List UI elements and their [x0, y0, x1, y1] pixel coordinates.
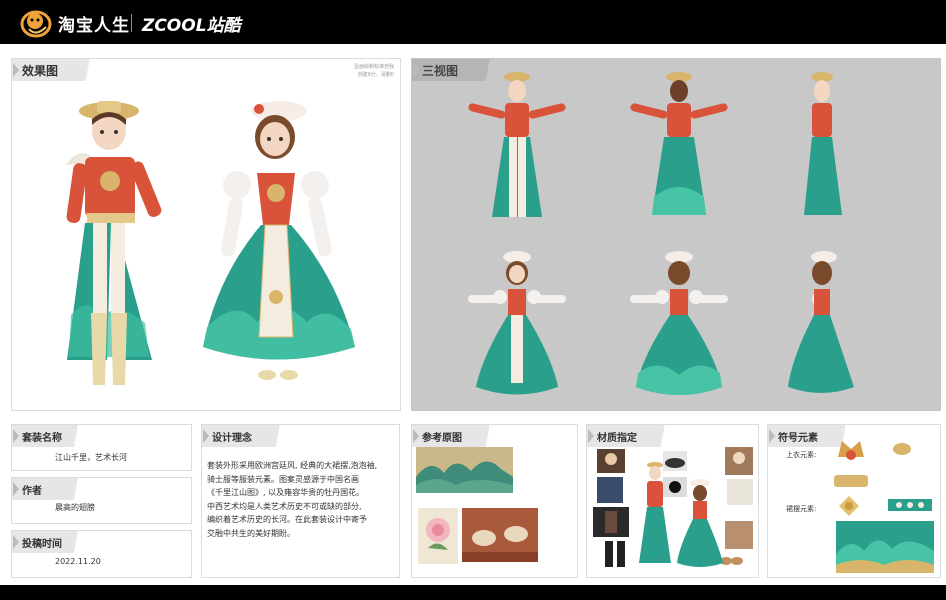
skirt-trim-band — [888, 499, 932, 511]
design-concept-title: 设计理念 — [202, 425, 252, 447]
top-bar: 淘宝人生 ZCOOL站酷 — [0, 0, 946, 44]
three-view-panel: 三视图 — [411, 58, 941, 411]
suit-name-label: 套装名称 — [12, 425, 62, 447]
author-value: 晨高的翅膀 — [55, 503, 95, 512]
suit-name-box: 套装名称 江山千里，艺术长河 — [11, 424, 192, 471]
material-female-figure — [675, 477, 725, 569]
male-character-illustration — [57, 95, 187, 395]
concept-line-2: 骑士服等服装元素。图案灵感源于中国名画 — [207, 474, 359, 484]
material-swatch-coat — [593, 507, 629, 537]
material-swatch-boots — [603, 541, 627, 567]
submit-date-value: 2022.11.20 — [55, 557, 101, 566]
design-concept-panel: 设计理念 套装外形采用欧洲宫廷风, 经典的大裙摆,泡泡袖, 骑士服等服装元素。图… — [201, 424, 400, 578]
bottom-bar — [0, 585, 946, 600]
material-swatch-royal-portrait — [725, 447, 753, 475]
suit-name-value: 江山千里，艺术长河 — [55, 453, 127, 462]
effect-note: 显画绘制标准自我 创建9分，请删0 — [354, 63, 394, 79]
author-label: 作者 — [12, 478, 42, 500]
effect-note-line1: 显画绘制标准自我 — [353, 64, 394, 70]
skirt-elements-label: 裙摆元素: — [786, 505, 817, 513]
material-title: 材质指定 — [587, 425, 637, 447]
material-swatch-dress — [725, 521, 753, 549]
male-front-view — [462, 67, 572, 227]
taobao-life-logo-icon — [20, 7, 52, 39]
brand-zcool: ZCOOL站酷 — [142, 16, 241, 36]
submit-date-box: 投稿时间 2022.11.20 — [11, 530, 192, 578]
male-side-view — [782, 67, 862, 227]
concept-line-6: 交融中共生的美好期盼。 — [207, 528, 295, 538]
design-concept-text: 套装外形采用欧洲宫廷风, 经典的大裙摆,泡泡袖, 骑士服等服装元素。图案灵感源于… — [207, 459, 397, 540]
concept-line-4: 中西艺术均是人类艺术历史不可或缺的部分, — [207, 501, 362, 511]
brand-divider — [131, 14, 132, 32]
material-panel: 材质指定 — [586, 424, 759, 578]
top-elements-label: 上衣元素: — [786, 451, 817, 459]
brand-taobao-life: 淘宝人生 — [58, 16, 130, 36]
top-emblem-small — [892, 441, 912, 457]
top-emblem-crown — [834, 435, 868, 465]
effect-title: 效果图 — [12, 59, 58, 81]
peony-painting-reference — [418, 508, 458, 564]
material-swatch-lace — [727, 479, 753, 505]
symbol-elements-panel: 符号元素 上衣元素: 裙摆元素: — [767, 424, 941, 578]
material-swatch-armor — [597, 477, 623, 503]
concept-line-3: 《千里江山图》, 以及雍容华贵的牡丹国花。 — [207, 488, 365, 497]
reference-panel: 参考原图 — [411, 424, 578, 578]
concept-line-5: 编织着艺术历史的长河。在此套装设计中寄予 — [207, 515, 367, 524]
submit-date-label: 投稿时间 — [12, 531, 62, 553]
female-front-view — [462, 247, 572, 407]
three-view-title: 三视图 — [412, 59, 458, 81]
female-back-view — [624, 247, 734, 407]
female-character-illustration — [197, 97, 367, 397]
female-side-view — [782, 247, 862, 407]
concept-line-1: 套装外形采用欧洲宫廷风, 经典的大裙摆,泡泡袖, — [207, 461, 378, 470]
effect-panel: 效果图 显画绘制标准自我 创建9分，请删0 — [11, 58, 401, 411]
material-swatch-portrait — [597, 449, 625, 473]
male-back-view — [624, 67, 734, 227]
symbol-elements-title: 符号元素 — [768, 425, 818, 447]
author-box: 作者 晨高的翅膀 — [11, 477, 192, 524]
reference-title: 参考原图 — [412, 425, 462, 447]
skirt-landscape-pattern — [836, 521, 934, 573]
effect-note-line2: 创建9分，请删0 — [357, 72, 394, 78]
material-male-figure — [635, 459, 675, 569]
skirt-emblem-gold — [838, 495, 860, 517]
mural-painting-reference — [462, 508, 538, 562]
gold-band-ornament — [834, 475, 868, 487]
landscape-painting-reference — [416, 447, 513, 493]
